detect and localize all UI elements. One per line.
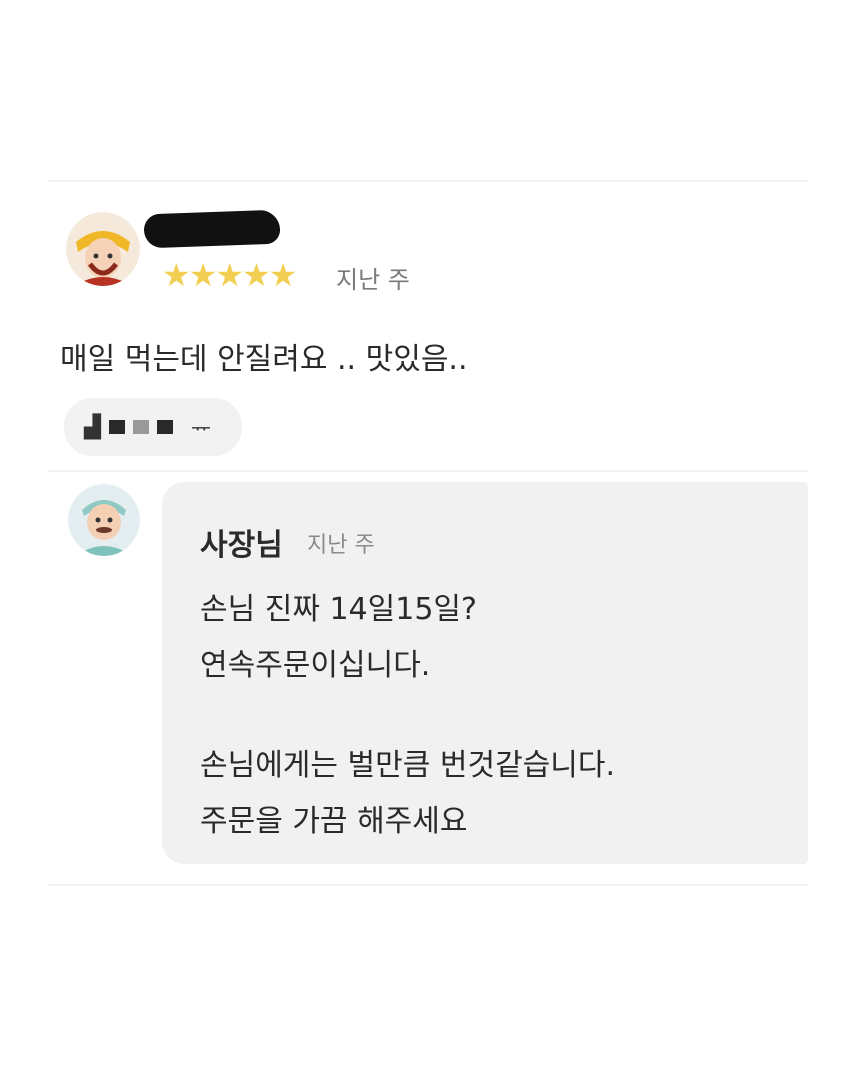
review-date: 지난 주 [336, 266, 410, 294]
reply-date: 지난 주 [307, 533, 375, 558]
reviewer-avatar-icon[interactable] [66, 212, 140, 286]
divider [48, 180, 808, 182]
reply-text-line: 연속주문이십니다. [200, 648, 431, 683]
divider [48, 884, 808, 886]
owner-avatar-icon[interactable] [68, 484, 140, 556]
rating-stars: ★★★★★ [162, 256, 297, 294]
reviewer-name-redacted [143, 209, 281, 249]
review-card: ★★★★★ 지난 주 매일 먹는데 안질려요 .. 맛있음.. ▟ ᅲ 사장님 … [0, 0, 854, 1067]
reply-text-line: 손님 진짜 14일15일? [200, 592, 477, 627]
menu-chip-redacted [156, 420, 173, 434]
menu-chip-redacted [108, 420, 125, 434]
reply-text-line: 주문을 가끔 해주세요 [200, 804, 468, 839]
review-text: 매일 먹는데 안질려요 .. 맛있음.. [60, 342, 468, 377]
reply-text-line: 손님에게는 벌만큼 번것같습니다. [200, 748, 616, 783]
owner-name: 사장님 [200, 528, 283, 563]
divider [48, 470, 808, 472]
menu-chip-glyph: ▟ [84, 414, 101, 440]
menu-chip-glyph: ᅲ [190, 417, 212, 442]
ordered-menu-chip[interactable]: ▟ ᅲ [64, 398, 242, 456]
menu-chip-redacted [132, 420, 149, 434]
